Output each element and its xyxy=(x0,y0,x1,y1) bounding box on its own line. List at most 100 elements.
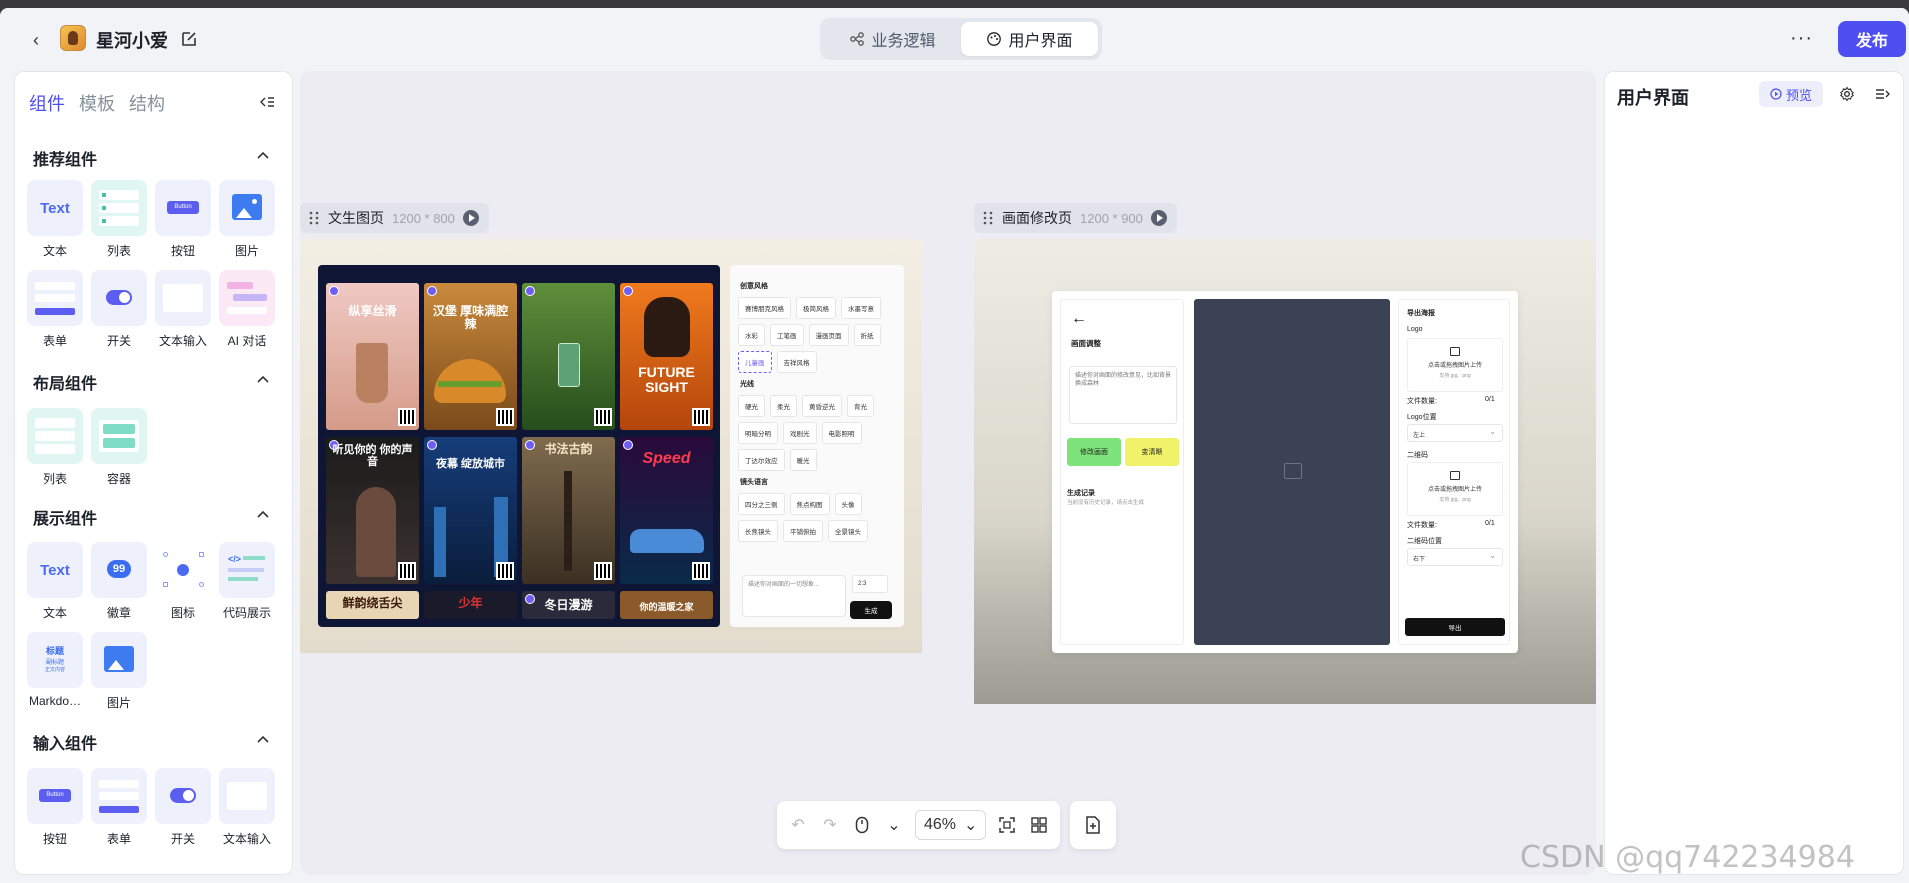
style-chip[interactable]: 折纸 xyxy=(853,324,881,346)
preview-button[interactable]: 预览 xyxy=(1759,81,1823,107)
poster-card[interactable]: FUTURE SIGHT xyxy=(620,283,713,430)
tab-structure[interactable]: 结构 xyxy=(129,90,165,116)
undo-icon[interactable]: ↶ xyxy=(787,814,809,836)
chevron-up-icon[interactable] xyxy=(255,507,271,523)
edit-icon[interactable] xyxy=(180,30,198,48)
component-form[interactable]: 表单 xyxy=(27,270,83,349)
edit-textarea[interactable]: 描述你对画面的修改意见，比如背景换成森林 xyxy=(1069,366,1177,424)
publish-button[interactable]: 发布 xyxy=(1838,21,1906,57)
chevron-up-icon[interactable] xyxy=(255,148,271,164)
add-page-icon[interactable] xyxy=(1082,814,1104,836)
modify-image-button[interactable]: 修改画面 xyxy=(1067,438,1121,466)
ratio-select[interactable]: 2:3 xyxy=(852,575,888,593)
tab-templates[interactable]: 模板 xyxy=(79,90,115,116)
fit-screen-icon[interactable] xyxy=(996,814,1018,836)
poster-card[interactable]: 听见你的 你的声音 xyxy=(326,437,419,584)
lens-chip[interactable]: 平铺俯拍 xyxy=(783,520,823,542)
component-text-input[interactable]: 文本输入 xyxy=(155,270,211,349)
component-input-text[interactable]: 文本输入 xyxy=(219,768,275,847)
chevron-up-icon[interactable] xyxy=(255,732,271,748)
back-arrow-icon[interactable]: ‹ xyxy=(26,30,46,50)
light-chip[interactable]: 背光 xyxy=(847,395,874,417)
back-arrow-icon[interactable]: ← xyxy=(1071,310,1087,328)
component-image[interactable]: 图片 xyxy=(219,180,275,259)
component-code[interactable]: </> 代码展示 xyxy=(219,542,275,621)
tab-user-interface[interactable]: 用户界面 xyxy=(961,22,1098,56)
lens-chip[interactable]: 焦点构图 xyxy=(789,493,830,515)
light-chip[interactable]: 暖光 xyxy=(789,449,817,471)
export-button[interactable]: 导出 xyxy=(1405,618,1505,636)
poster-card[interactable]: 鲜韵绕舌尖 xyxy=(326,591,419,619)
poster-card[interactable]: Speed xyxy=(620,437,713,584)
more-icon[interactable]: ··· xyxy=(1790,28,1813,48)
lens-chip[interactable]: 四分之三侧 xyxy=(738,493,785,515)
component-button[interactable]: Button 按钮 xyxy=(155,180,211,259)
light-chip[interactable]: 丁达尔效应 xyxy=(738,449,785,471)
light-chip[interactable]: 戏剧光 xyxy=(783,422,817,444)
design-canvas[interactable]: 文生图页 1200 * 800 纵享丝滑 汉堡 厚味满腔辣 FUTURE SIG… xyxy=(300,71,1596,875)
chevron-down-icon[interactable]: ⌄ xyxy=(883,814,905,836)
style-chip[interactable]: 漫画页面 xyxy=(808,324,849,346)
style-chip[interactable]: 工笔画 xyxy=(770,324,804,346)
component-input-switch[interactable]: 开关 xyxy=(155,768,211,847)
lens-chip[interactable]: 头像 xyxy=(834,493,862,515)
poster-card[interactable]: 夜幕 绽放城市 xyxy=(424,437,517,584)
page-frame-text-to-image[interactable]: 纵享丝滑 汉堡 厚味满腔辣 FUTURE SIGHT 听见你的 你的声音 夜幕 … xyxy=(300,239,922,653)
qr-upload[interactable]: 点击或拖拽图片上传 支持 jpg、png xyxy=(1407,462,1503,516)
poster-card[interactable]: 冬日漫游 xyxy=(522,591,615,619)
poster-card[interactable]: 你的温暖之家 xyxy=(620,591,713,619)
logo-position-select[interactable]: 左上 xyxy=(1407,424,1503,442)
play-icon[interactable] xyxy=(462,210,479,226)
enhance-button[interactable]: 变清晰 xyxy=(1125,438,1179,466)
lens-chip[interactable]: 全景镜头 xyxy=(828,520,868,542)
tab-components[interactable]: 组件 xyxy=(29,90,65,116)
prompt-input[interactable]: 描述你对画面的一切想象... xyxy=(742,575,846,617)
style-chip[interactable]: 赛博朋克风格 xyxy=(738,297,791,319)
light-chip[interactable]: 电影照明 xyxy=(821,422,862,444)
style-chip[interactable]: 水墨写意 xyxy=(841,297,881,319)
component-display-text[interactable]: Text 文本 xyxy=(27,542,83,621)
component-markdown[interactable]: 标题 副标题 正文内容 Markdo… xyxy=(27,632,83,708)
grid-icon[interactable] xyxy=(1028,814,1050,836)
light-chip[interactable]: 黄昏逆光 xyxy=(802,395,842,417)
component-display-image[interactable]: 图片 xyxy=(91,632,147,711)
qr-position-select[interactable]: 右下 xyxy=(1407,548,1503,566)
component-text[interactable]: Text 文本 xyxy=(27,180,83,259)
mouse-mode-icon[interactable] xyxy=(851,814,873,836)
page-label-image-edit[interactable]: 画面修改页 1200 * 900 xyxy=(974,203,1177,233)
component-icon[interactable]: 图标 xyxy=(155,542,211,621)
style-chip[interactable]: 吉祥风格 xyxy=(776,351,817,373)
poster-card[interactable]: 书法古韵 xyxy=(522,437,615,584)
component-container[interactable]: 容器 xyxy=(91,408,147,487)
light-chip[interactable]: 明暗分明 xyxy=(738,422,778,444)
page-frame-image-edit[interactable]: ← 画面调整 描述你对画面的修改意见，比如背景换成森林 修改画面 变清晰 生成记… xyxy=(974,239,1596,704)
tab-business-logic[interactable]: 业务逻辑 xyxy=(824,22,961,56)
light-chip[interactable]: 硬光 xyxy=(738,395,765,417)
component-list[interactable]: 列表 xyxy=(91,180,147,259)
redo-icon[interactable]: ↷ xyxy=(819,814,841,836)
style-chip-selected[interactable]: 儿童画 xyxy=(738,351,772,373)
poster-card[interactable]: 少年 xyxy=(424,591,517,619)
page-label-text-to-image[interactable]: 文生图页 1200 * 800 xyxy=(300,203,489,233)
light-chip[interactable]: 柔光 xyxy=(770,395,797,417)
lens-chip[interactable]: 长焦镜头 xyxy=(738,520,778,542)
component-input-button[interactable]: Button 按钮 xyxy=(27,768,83,847)
logo-upload[interactable]: 点击或拖拽图片上传 支持 jpg、png xyxy=(1407,338,1503,392)
poster-card[interactable] xyxy=(522,283,615,430)
poster-card[interactable]: 纵享丝滑 xyxy=(326,283,419,430)
drag-handle-icon[interactable] xyxy=(308,211,320,225)
chevron-up-icon[interactable] xyxy=(255,372,271,388)
zoom-select[interactable]: 46% ⌄ xyxy=(915,810,987,840)
component-badge[interactable]: 99 徽章 xyxy=(91,542,147,621)
style-chip[interactable]: 水彩 xyxy=(738,324,765,346)
gear-icon[interactable] xyxy=(1839,86,1855,102)
component-switch[interactable]: 开关 xyxy=(91,270,147,349)
play-icon[interactable] xyxy=(1150,210,1167,226)
component-ai-chat[interactable]: AI 对话 xyxy=(219,270,275,349)
drag-handle-icon[interactable] xyxy=(982,211,994,225)
component-layout-list[interactable]: 列表 xyxy=(27,408,83,487)
component-input-form[interactable]: 表单 xyxy=(91,768,147,847)
collapse-panel-icon[interactable] xyxy=(259,94,275,110)
generate-button[interactable]: 生成 xyxy=(850,601,892,619)
poster-card[interactable]: 汉堡 厚味满腔辣 xyxy=(424,283,517,430)
